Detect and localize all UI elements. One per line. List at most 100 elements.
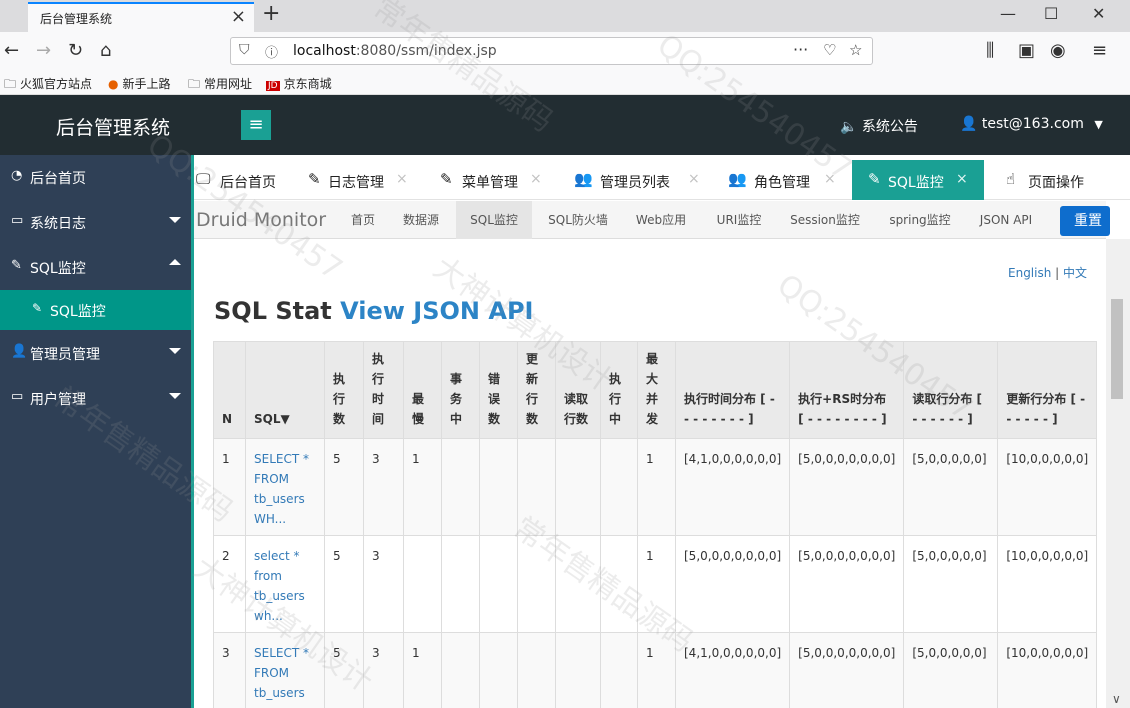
sidebar-item-users[interactable]: ▭ 用户管理 bbox=[0, 376, 191, 420]
close-tab-icon[interactable]: × bbox=[231, 6, 246, 27]
back-icon[interactable]: ← bbox=[4, 40, 19, 61]
cell-err bbox=[479, 438, 518, 536]
druid-nav-spring[interactable]: spring监控 bbox=[880, 201, 960, 239]
cell-running bbox=[600, 438, 638, 536]
pocket-icon[interactable]: ♡ bbox=[823, 41, 836, 59]
close-tab-icon[interactable]: × bbox=[396, 171, 408, 187]
cell-time: 3 bbox=[363, 535, 404, 633]
cell-tx bbox=[441, 535, 480, 633]
druid-nav-home[interactable]: 首页 bbox=[340, 201, 386, 239]
lang-english-link[interactable]: English bbox=[1008, 266, 1051, 280]
sidebar-subitem-sql[interactable]: ✎ SQL监控 bbox=[0, 290, 191, 330]
table-row: 1 SELECT * FROM tb_users WH... 5 3 1 1 [… bbox=[213, 438, 1098, 536]
column-header[interactable]: 最慢 bbox=[403, 341, 442, 439]
druid-nav-uri[interactable]: URI监控 bbox=[706, 201, 772, 239]
sidebar-item-admins[interactable]: 👤 管理员管理 bbox=[0, 331, 191, 375]
pencil-icon: ✎ bbox=[440, 170, 453, 188]
sidebar-item-sql[interactable]: ✎ SQL监控 bbox=[0, 245, 191, 289]
column-header[interactable]: 读取行分布 [ - - - - - - ] bbox=[903, 341, 999, 439]
app-brand: 后台管理系统 bbox=[56, 117, 171, 139]
sql-link[interactable]: SELECT * FROM tb_users WH... bbox=[254, 449, 316, 529]
column-header[interactable]: 事务中 bbox=[441, 341, 480, 439]
table-row: 3 SELECT * FROM tb_users 5 3 1 1 [4,1,0,… bbox=[213, 632, 1098, 708]
column-header[interactable]: 执行+RS时分布 [ - - - - - - - - ] bbox=[789, 341, 905, 439]
home-icon[interactable]: ⌂ bbox=[100, 40, 111, 61]
druid-nav-json-api[interactable]: JSON API bbox=[970, 201, 1042, 239]
sql-link[interactable]: select * from tb_users wh... bbox=[254, 546, 316, 626]
column-header[interactable]: 错误数 bbox=[479, 341, 518, 439]
druid-nav-session[interactable]: Session监控 bbox=[782, 201, 868, 239]
column-header[interactable]: 最大并发 bbox=[637, 341, 676, 439]
cell-exec: 5 bbox=[324, 438, 364, 536]
browser-tab[interactable]: 后台管理系统 × bbox=[28, 2, 254, 32]
page-title: SQL Stat View JSON API bbox=[214, 297, 534, 325]
sidebar-item-logs[interactable]: ▭ 系统日志 bbox=[0, 200, 191, 244]
view-json-api-link[interactable]: View JSON API bbox=[340, 297, 533, 325]
column-header[interactable]: 执行中 bbox=[600, 341, 638, 439]
monitor-icon: 🖵 bbox=[196, 170, 211, 188]
scrollbar-thumb[interactable] bbox=[1111, 299, 1123, 399]
forward-icon[interactable]: → bbox=[36, 40, 51, 61]
column-header[interactable]: 执行时间分布 [ - - - - - - - - ] bbox=[674, 341, 791, 439]
info-icon[interactable]: ⓘ bbox=[265, 42, 278, 61]
lang-chinese-link[interactable]: 中文 bbox=[1063, 266, 1087, 280]
close-tab-icon[interactable]: × bbox=[688, 171, 700, 187]
column-header[interactable]: SQL▼ bbox=[245, 341, 325, 439]
tab-logs[interactable]: ✎ 日志管理 × bbox=[306, 160, 428, 200]
notice-link[interactable]: 🔈 系统公告 bbox=[840, 116, 918, 136]
cell-rs-dist: [5,0,0,0,0,0,0,0] bbox=[789, 438, 905, 536]
sidebar: ◔ 后台首页 ▭ 系统日志 ✎ SQL监控 ✎ SQL监控 👤 管理员管理 ▭ … bbox=[0, 155, 191, 708]
bookmark-item[interactable]: 🗀 常用网址 bbox=[188, 75, 252, 96]
column-header[interactable]: 执行数 bbox=[324, 341, 364, 439]
close-tab-icon[interactable]: × bbox=[956, 171, 968, 187]
tab-menus[interactable]: ✎ 菜单管理 × bbox=[440, 160, 560, 200]
account-icon[interactable]: ◉ bbox=[1050, 40, 1066, 61]
column-header[interactable]: 读取行数 bbox=[555, 341, 601, 439]
bookmark-item[interactable]: 🗀 火狐官方站点 bbox=[4, 75, 92, 96]
reload-icon[interactable]: ↻ bbox=[68, 40, 83, 61]
bookmark-item[interactable]: JD 京东商城 bbox=[266, 75, 332, 92]
users-icon: 👥 bbox=[728, 170, 747, 188]
caret-down-icon: ▼ bbox=[1094, 118, 1103, 131]
url-bar[interactable]: ⛉ ⓘ localhost:8080/ssm/index.jsp ··· ♡ ☆ bbox=[230, 37, 873, 65]
minimize-icon[interactable]: — bbox=[1000, 4, 1016, 23]
maximize-icon[interactable]: ☐ bbox=[1044, 4, 1058, 23]
column-header[interactable]: 更新行数 bbox=[517, 341, 556, 439]
more-icon[interactable]: ··· bbox=[793, 40, 808, 59]
druid-brand[interactable]: Druid Monitor bbox=[196, 209, 326, 231]
menu-icon[interactable]: ≡ bbox=[1092, 40, 1107, 61]
new-tab-icon[interactable]: + bbox=[262, 1, 280, 26]
sidebar-item-home[interactable]: ◔ 后台首页 bbox=[0, 155, 191, 199]
reset-button[interactable]: 重置 bbox=[1060, 206, 1110, 236]
library-icon[interactable]: ⫼ bbox=[986, 40, 994, 61]
menu-toggle-icon[interactable]: ≡ bbox=[241, 110, 271, 140]
cell-read-dist: [5,0,0,0,0,0] bbox=[903, 535, 999, 633]
hand-icon: ☝ bbox=[1006, 170, 1016, 188]
bookmark-star-icon[interactable]: ☆ bbox=[849, 41, 862, 59]
vertical-scrollbar[interactable]: ∨ bbox=[1106, 239, 1130, 708]
druid-nav-datasource[interactable]: 数据源 bbox=[394, 201, 448, 239]
tab-page-actions[interactable]: ☝ 页面操作 bbox=[1000, 160, 1110, 200]
column-header[interactable]: N bbox=[213, 341, 246, 439]
cell-running bbox=[600, 535, 638, 633]
druid-nav-sql[interactable]: SQL监控 bbox=[456, 201, 532, 239]
tab-home[interactable]: 🖵 后台首页 bbox=[194, 160, 294, 200]
tab-sql-monitor[interactable]: ✎ SQL监控 × bbox=[852, 160, 984, 200]
scroll-down-icon[interactable]: ∨ bbox=[1112, 692, 1121, 706]
close-tab-icon[interactable]: × bbox=[824, 171, 836, 187]
url-text: localhost:8080/ssm/index.jsp bbox=[293, 43, 497, 59]
column-header[interactable]: 执行时间 bbox=[363, 341, 404, 439]
close-tab-icon[interactable]: × bbox=[530, 171, 542, 187]
sql-link[interactable]: SELECT * FROM tb_users bbox=[254, 643, 316, 703]
bookmark-item[interactable]: ● 新手上路 bbox=[108, 75, 171, 92]
druid-nav-webapp[interactable]: Web应用 bbox=[626, 201, 696, 239]
tab-admin-list[interactable]: 👥 管理员列表 × bbox=[574, 160, 714, 200]
tab-roles[interactable]: 👥 角色管理 × bbox=[728, 160, 848, 200]
column-header[interactable]: 更新行分布 [ - - - - - - ] bbox=[997, 341, 1098, 439]
content-tab-bar: 🖵 后台首页 ✎ 日志管理 × ✎ 菜单管理 × 👥 管理员列表 × 👥 角色管… bbox=[194, 160, 1130, 200]
close-window-icon[interactable]: ✕ bbox=[1092, 4, 1105, 23]
druid-nav-wall[interactable]: SQL防火墙 bbox=[540, 201, 616, 239]
user-menu[interactable]: 👤 test@163.com ▼ bbox=[960, 116, 1103, 132]
sidebar-toggle-icon[interactable]: ▣ bbox=[1018, 40, 1035, 61]
cell-conc: 1 bbox=[637, 438, 676, 536]
